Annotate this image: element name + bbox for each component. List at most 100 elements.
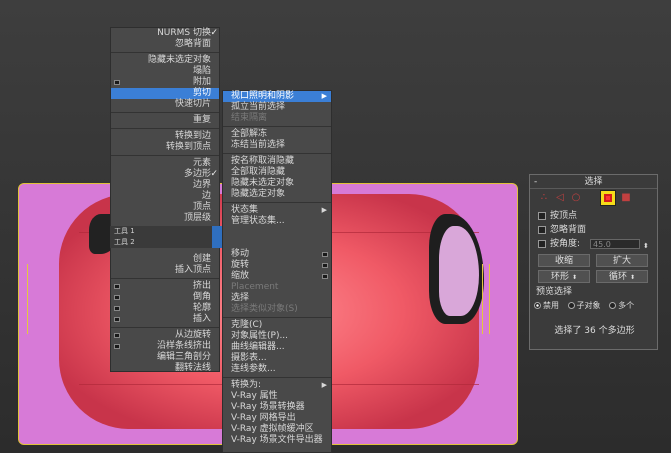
settings-box-icon[interactable] [114,317,120,322]
by-angle-checkbox[interactable] [538,239,546,248]
menu-item-wire-parameters[interactable]: 连线参数... [223,364,331,375]
menu-item-unfreeze-all[interactable]: 全部解冻 [223,129,331,140]
menu-item-vertex[interactable]: 顶点 [111,202,219,213]
menu-item-vray-scene-converter[interactable]: V-Ray 场景转换器 [223,402,331,413]
settings-box-icon[interactable] [322,274,328,279]
submenu-arrow-icon: ▶ [321,206,327,214]
menu-item-extrude[interactable]: 挤出 [111,281,219,292]
by-angle-row[interactable]: 按角度: 45.0 ⬍ [530,237,657,251]
preview-subobject-option[interactable]: 子对象 [567,301,601,310]
settings-box-icon[interactable] [114,344,120,349]
menu-item-hide-unselected[interactable]: 隐藏未选定对象 [111,55,219,66]
element-mode-icon[interactable]: ■ [620,192,632,204]
loop-button[interactable]: 循环 ⬍ [596,270,648,283]
vertex-mode-icon[interactable]: ∴ [538,192,550,204]
polygon-mode-icon[interactable] [600,190,616,206]
menu-item-unhide-by-name[interactable]: 按名称取消隐藏 [223,156,331,167]
angle-spinner[interactable]: 45.0 [590,239,640,249]
menu-item-scale[interactable]: 缩放 [223,271,331,282]
menu-item-attach[interactable]: 附加 [111,77,219,88]
menu-item-object-properties[interactable]: 对象属性(P)... [223,331,331,342]
menu-item-flip-normals[interactable]: 翻转法线 [111,363,219,374]
submenu-arrow-icon: ▶ [321,92,327,100]
radio-icon[interactable] [609,302,617,309]
ignore-backface-row[interactable]: 忽略背面 [530,223,657,237]
menu-item-ignore-backface[interactable]: 忽略背面 [111,39,219,50]
settings-box-icon[interactable] [114,284,120,289]
preview-multi-option[interactable]: 多个 [609,301,634,310]
menu-item-border[interactable]: 边界 [111,180,219,191]
preview-disabled-option[interactable]: 禁用 [534,301,559,310]
ring-button[interactable]: 环形 ⬍ [538,270,590,283]
menu-item-curve-editor[interactable]: 曲线编辑器... [223,342,331,353]
menu-item-bevel[interactable]: 倒角 [111,292,219,303]
menu-separator [223,202,331,203]
menu-item-convert-to-edge[interactable]: 转换到边 [111,131,219,142]
menu-item-move[interactable]: 移动 [223,249,331,260]
menu-item-hinge-from-edge[interactable]: 从边旋转 [111,330,219,341]
settings-box-icon[interactable] [114,295,120,300]
settings-box-icon[interactable] [114,306,120,311]
grow-button[interactable]: 扩大 [596,254,648,267]
menu-item-dope-sheet[interactable]: 摄影表... [223,353,331,364]
menu-item-convert-to-vertex[interactable]: 转换到顶点 [111,142,219,153]
menu-item-vray-mesh-export[interactable]: V-Ray 网格导出 [223,413,331,424]
gizmo-line [489,264,490,334]
menu-item-end-isolate: 结束隔离 [231,113,268,123]
menu-item-repeat[interactable]: 重复 [111,115,219,126]
menu-item-convert-to[interactable]: 转换为: ▶ [223,380,331,391]
by-vertex-row[interactable]: 按顶点 [530,209,657,223]
radio-icon[interactable] [567,302,575,309]
menu-item-unhide-all[interactable]: 全部取消隐藏 [223,167,331,178]
preview-selection-label: 预览选择 [536,287,573,297]
settings-box-icon[interactable] [322,263,328,268]
gizmo-line [482,264,483,334]
radio-icon[interactable] [534,302,541,309]
menu-item-inset[interactable]: 插入 [111,314,219,325]
menu-item-collapse[interactable]: 塌陷 [111,66,219,77]
rollout-title[interactable]: - 选择 [530,175,657,189]
settings-box-icon[interactable] [114,80,120,85]
preview-options: 禁用 子对象 多个 [530,299,657,313]
menu-separator [111,112,219,113]
settings-box-icon[interactable] [114,333,120,338]
by-vertex-checkbox[interactable] [538,211,546,220]
menu-item-rotate[interactable]: 旋转 [223,260,331,271]
menu-separator [111,155,219,156]
border-mode-icon[interactable]: ○ [570,192,582,204]
menu-item-outline[interactable]: 轮廓 [111,303,219,314]
menu-item-edge[interactable]: 边 [111,191,219,202]
menu-item-select[interactable]: 选择 [223,293,331,304]
menu-separator [111,327,219,328]
menu-item-nurms-toggle[interactable]: NURMS 切换 ✓ [111,28,219,39]
menu-item-viewport-lighting[interactable]: 视口照明和阴影 ▶ [223,91,331,102]
menu-item-vray-properties[interactable]: V-Ray 属性 [223,391,331,402]
selection-status: 选择了 36 个多边形 [554,326,635,336]
menu-item-polygon[interactable]: 多边形 ✓ [111,169,219,180]
edge-mode-icon[interactable]: ◁ [554,192,566,204]
collapse-icon[interactable]: - [534,175,537,189]
menu-item-clone[interactable]: 克隆(C) [223,320,331,331]
menu-item-state-sets[interactable]: 状态集 ▶ [223,205,331,216]
menu-item-cut[interactable]: 剪切 [111,88,219,99]
menu-item-isolate-selection[interactable]: 孤立当前选择 [223,102,331,113]
menu-item-vray-scene-exporter[interactable]: V-Ray 场景文件导出器 [223,435,331,446]
menu-separator [111,278,219,279]
menu-item-quickslice[interactable]: 快速切片 [111,99,219,110]
menu-item-top-level[interactable]: 顶层级 [111,213,219,224]
menu-item-hide-unselected[interactable]: 隐藏未选定对象 [223,178,331,189]
menu-separator [111,128,219,129]
menu-item-create[interactable]: 创建 [111,254,219,265]
menu-item-element[interactable]: 元素 [111,158,219,169]
menu-item-manage-state-sets[interactable]: 管理状态集... [223,216,331,227]
menu-item-freeze-selection[interactable]: 冻结当前选择 [223,140,331,151]
menu-item-extrude-along-spline[interactable]: 沿样条线挤出 [111,341,219,352]
menu-separator [111,52,219,53]
settings-box-icon[interactable] [322,252,328,257]
menu-item-edit-triangulation[interactable]: 编辑三角剖分 [111,352,219,363]
ignore-backface-checkbox[interactable] [538,225,546,234]
menu-item-hide-selection[interactable]: 隐藏选定对象 [223,189,331,200]
menu-item-vray-vfb[interactable]: V-Ray 虚拟帧缓冲区 [223,424,331,435]
menu-item-insert-vertex[interactable]: 插入顶点 [111,265,219,276]
shrink-button[interactable]: 收缩 [538,254,590,267]
